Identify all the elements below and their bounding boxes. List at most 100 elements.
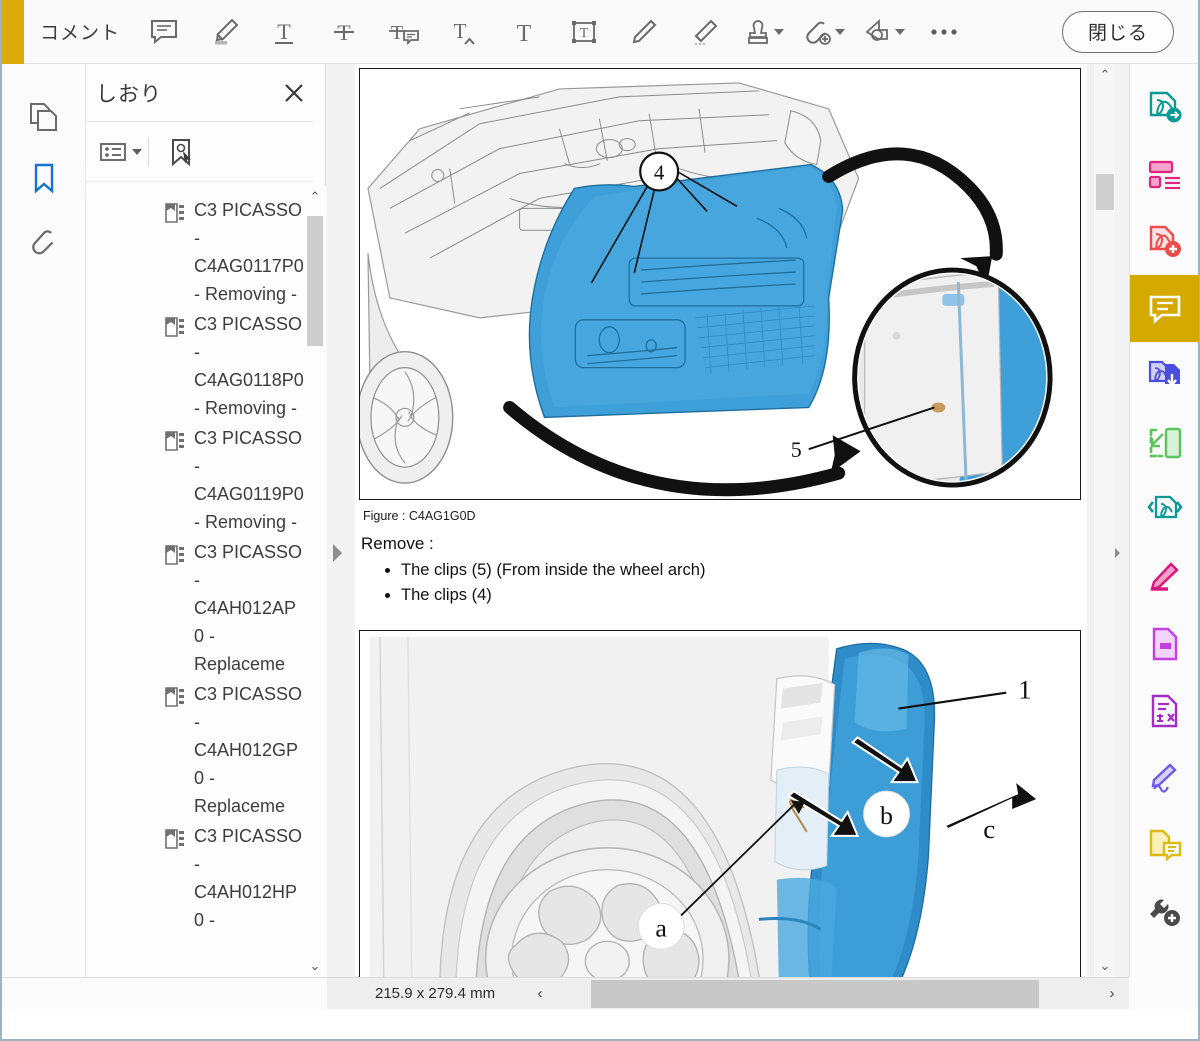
new-bookmark-icon (172, 138, 191, 166)
horizontal-scrollbar[interactable]: ‹ › (523, 977, 1129, 1010)
tool-export-pdf[interactable] (1130, 74, 1199, 141)
bookmarks-panel-header: しおり (86, 64, 313, 122)
comment-icon (1149, 295, 1180, 324)
navigation-rail (2, 64, 95, 977)
collapse-left-arrow[interactable] (333, 544, 342, 562)
instruction-item: The clips (5) (From inside the wheel arc… (401, 558, 1061, 583)
tool-organize-pages[interactable] (1130, 141, 1199, 208)
bookmark-label: C3 PICASSO - C4AH012AP0 - Replaceme (194, 542, 303, 674)
doc-scroll-up-button[interactable]: ⌃ (1094, 64, 1116, 86)
bookmarks-panel-title: しおり (96, 82, 162, 106)
scrollbar-thumb[interactable] (307, 216, 323, 346)
bookmark-entry-icon (165, 829, 184, 849)
doc-scroll-down-button[interactable]: ⌄ (1094, 955, 1116, 977)
stamp-icon[interactable] (734, 6, 794, 58)
replace-text-icon[interactable]: T (374, 6, 434, 58)
sticky-note-icon[interactable] (134, 6, 194, 58)
bookmark-list-item[interactable]: C3 PICASSO - C4AG0117P0 - Removing - (164, 196, 304, 308)
svg-text:T: T (391, 22, 403, 44)
tool-more-tools[interactable] (1130, 878, 1199, 945)
bookmark-list-item[interactable]: C3 PICASSO - C4AG0119P0 - Removing - (164, 424, 304, 536)
more-tools-wrench-icon (1149, 899, 1180, 926)
instructions-heading: Remove : (361, 534, 434, 553)
highlight-text-icon[interactable] (194, 6, 254, 58)
create-pdf-icon (1149, 225, 1181, 257)
combine-files-icon (1148, 360, 1180, 387)
text-box-icon[interactable]: T (554, 6, 614, 58)
tool-protect[interactable] (1130, 610, 1199, 677)
callout-1: 1 (1018, 675, 1031, 705)
bookmark-options-icon (100, 142, 126, 161)
bookmark-entry-icon (165, 687, 184, 707)
tool-combine-files[interactable] (1130, 342, 1199, 409)
new-bookmark-button[interactable] (157, 130, 207, 174)
tool-redact[interactable] (1130, 543, 1199, 610)
erase-drawing-icon[interactable] (674, 6, 734, 58)
scroll-right-button[interactable]: › (1095, 978, 1129, 1010)
instruction-item: The clips (4) (401, 583, 1061, 608)
export-pdf-icon (1149, 91, 1181, 122)
bookmark-list-item[interactable]: C3 PICASSO - C4AH012AP0 - Replaceme (164, 538, 304, 678)
bottom-left-filler (2, 977, 327, 1009)
svg-text:T: T (580, 26, 589, 41)
drawing-tools-icon[interactable] (854, 6, 914, 58)
document-viewer[interactable]: 4 5 Figure: C4AG1G0D Remove: • The cli… (327, 64, 1129, 1001)
bookmark-list-item[interactable]: C3 PICASSO - C4AG0118P0 - Removing - (164, 310, 304, 422)
bookmark-entry-icon (165, 203, 184, 223)
sidebar-item-bookmarks[interactable] (2, 148, 95, 210)
tool-crop-pages[interactable] (1130, 409, 1199, 476)
window-bottom-edge (2, 1009, 1198, 1039)
bookmark-options-button[interactable] (96, 130, 146, 174)
horizontal-scroll-thumb[interactable] (591, 979, 1039, 1008)
organize-pages-icon (1148, 160, 1180, 189)
add-text-comment-icon[interactable]: T (494, 6, 554, 58)
strikethrough-text-icon[interactable]: T (314, 6, 374, 58)
draw-free-form-icon[interactable] (614, 6, 674, 58)
doc-scrollbar-thumb[interactable] (1096, 174, 1114, 210)
callout-a: a (655, 913, 667, 942)
scroll-down-button[interactable]: ⌄ (304, 955, 326, 977)
page-thumbnails-icon (30, 103, 57, 131)
tool-send-for-comments[interactable] (1130, 811, 1199, 878)
figure-front-bumper: 4 5 (359, 68, 1081, 500)
protect-icon (1152, 627, 1177, 660)
toolbar-divider (148, 136, 149, 167)
close-panel-button[interactable] (275, 74, 313, 112)
tool-compress-pdf[interactable] (1130, 476, 1199, 543)
bookmarks-list: C3 PICASSO - C4AG0117P0 - Removing - C3 … (86, 186, 304, 977)
callout-5: 5 (791, 437, 802, 462)
comment-toolbar: コメント T T T T T T 閉じる (2, 0, 1198, 64)
tool-fill-and-sign[interactable] (1130, 744, 1199, 811)
bookmark-list-item[interactable]: C3 PICASSO - C4AH012HP0 - (164, 822, 304, 934)
bookmarks-panel: しおり C3 PICASSO - C4AG0117P0 - Removing -… (86, 64, 326, 977)
callout-4: 4 (654, 161, 665, 185)
bookmark-label: C3 PICASSO - C4AH012GP0 - Replaceme (194, 684, 303, 816)
document-vertical-scrollbar[interactable]: ⌃ ⌄ (1093, 64, 1115, 977)
bookmark-label: C3 PICASSO - C4AH012HP0 - (194, 826, 303, 930)
svg-text:T: T (277, 19, 291, 44)
bookmarks-icon (34, 163, 54, 194)
figure-caption: Figure : C4AG1G0D (363, 509, 476, 523)
close-button[interactable]: 閉じる (1062, 10, 1174, 53)
bookmarks-panel-toolbar (86, 122, 313, 182)
tool-sanitize-document[interactable] (1130, 677, 1199, 744)
callout-c: c (983, 814, 995, 844)
status-bar: 215.9 x 279.4 mm ‹ › (327, 977, 1129, 1010)
scroll-up-button[interactable]: ⌃ (304, 186, 326, 208)
bookmark-list-item[interactable]: C3 PICASSO - C4AH012GP0 - Replaceme (164, 680, 304, 820)
scroll-left-button[interactable]: ‹ (523, 978, 557, 1010)
svg-text:T: T (517, 21, 532, 47)
instructions-block: Remove : The clips (5) (From inside the … (361, 534, 1061, 608)
sidebar-item-page-thumbnails[interactable] (2, 86, 86, 148)
sidebar-item-attachments[interactable] (2, 210, 86, 272)
underline-text-icon[interactable]: T (254, 6, 314, 58)
bookmarks-scrollbar[interactable]: ⌃ ⌄ (304, 186, 326, 977)
attachments-icon (32, 230, 54, 255)
insert-text-icon[interactable]: T (434, 6, 494, 58)
bookmark-label: C3 PICASSO - C4AG0118P0 - Removing - (194, 314, 304, 418)
horizontal-scroll-track[interactable] (557, 977, 1095, 1010)
tool-create-pdf[interactable] (1130, 208, 1199, 275)
more-tools-icon[interactable] (914, 6, 974, 58)
tool-comment[interactable] (1130, 275, 1199, 342)
attach-file-icon[interactable] (794, 6, 854, 58)
